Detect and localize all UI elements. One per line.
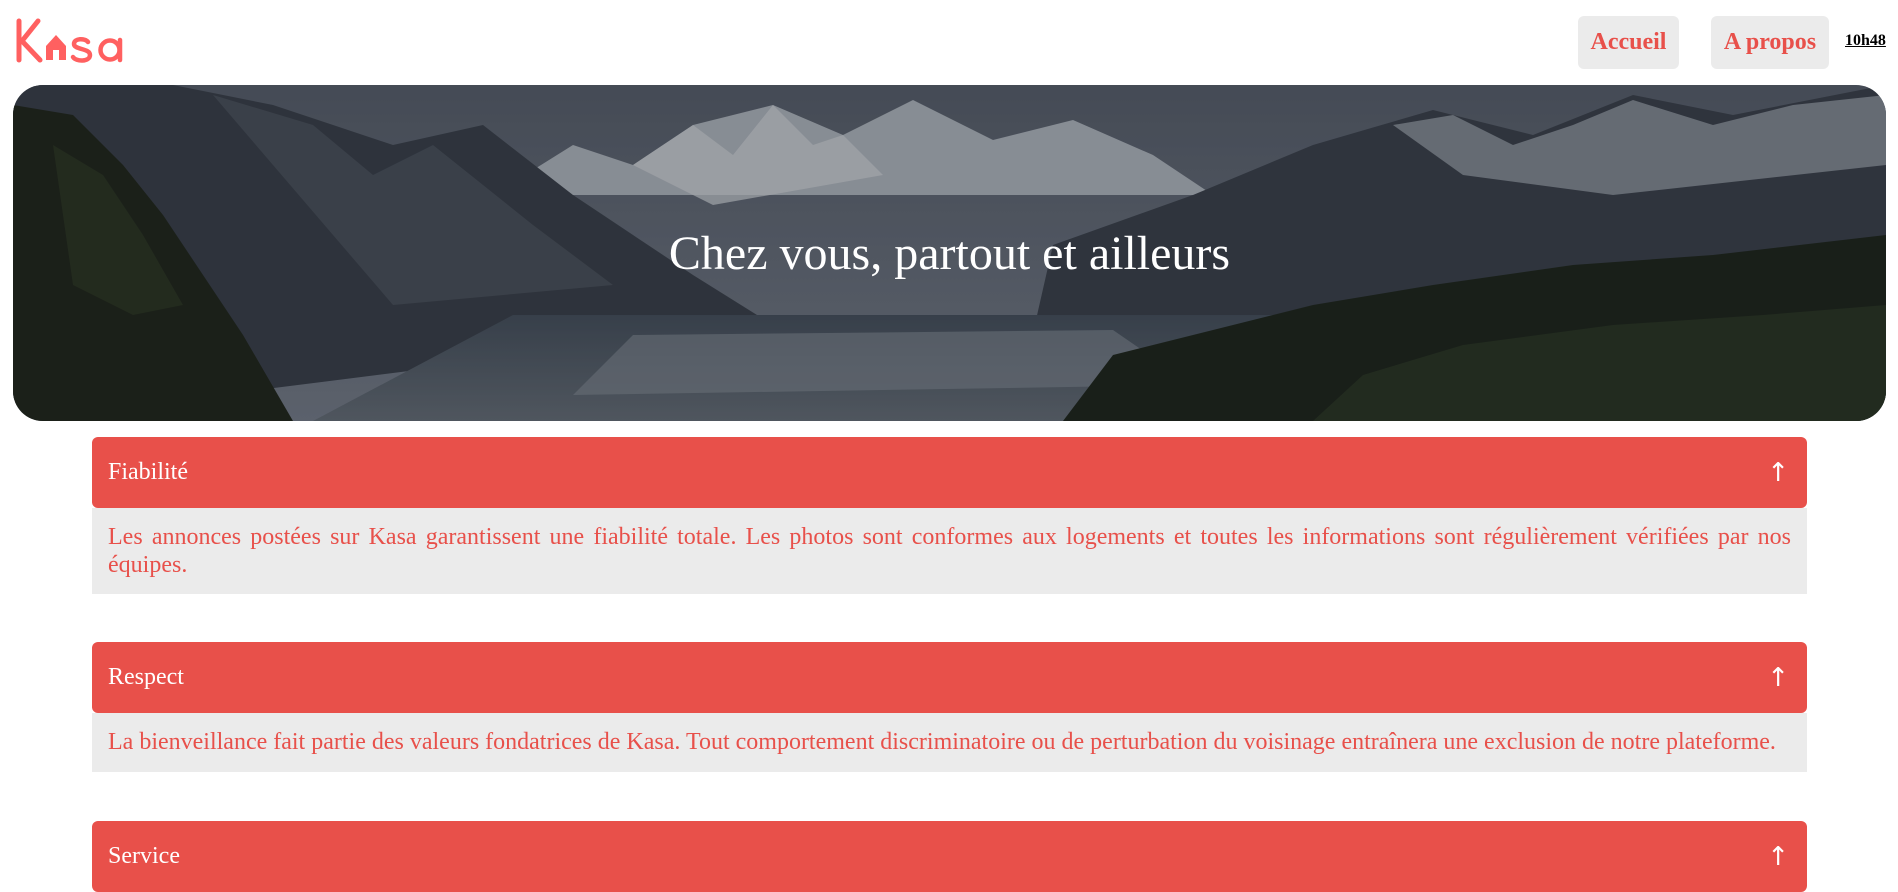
nav-apropos-link[interactable]: A propos (1711, 16, 1829, 69)
site-header: Accueil A propos 10h48 (0, 0, 1898, 84)
collapse-content: Les annonces postées sur Kasa garantisse… (92, 508, 1807, 594)
collapse-header-service[interactable]: Service ↑ (92, 821, 1807, 892)
nav-accueil-link[interactable]: Accueil (1578, 16, 1679, 69)
collapse-content: La bienveillance fait partie des valeurs… (92, 713, 1807, 772)
arrow-up-icon[interactable]: ↑ (1767, 663, 1789, 693)
collapse-title: Service (108, 843, 180, 869)
banner-title: Chez vous, partout et ailleurs (668, 226, 1231, 280)
arrow-up-icon[interactable]: ↑ (1767, 458, 1789, 488)
kasa-logo-graphic (16, 18, 123, 63)
clock-time[interactable]: 10h48 (1845, 32, 1886, 50)
collapse-header-fiabilite[interactable]: Fiabilité ↑ (92, 437, 1807, 508)
collapse-respect: Respect ↑ La bienveillance fait partie d… (92, 642, 1807, 772)
collapse-fiabilite: Fiabilité ↑ Les annonces postées sur Kas… (92, 437, 1807, 594)
collapse-service: Service ↑ (92, 821, 1807, 892)
kasa-logo[interactable] (16, 18, 136, 66)
hero-banner: Chez vous, partout et ailleurs (13, 85, 1886, 421)
collapse-title: Respect (108, 664, 184, 690)
collapse-header-respect[interactable]: Respect ↑ (92, 642, 1807, 713)
collapse-title: Fiabilité (108, 459, 188, 485)
arrow-up-icon[interactable]: ↑ (1767, 842, 1789, 872)
